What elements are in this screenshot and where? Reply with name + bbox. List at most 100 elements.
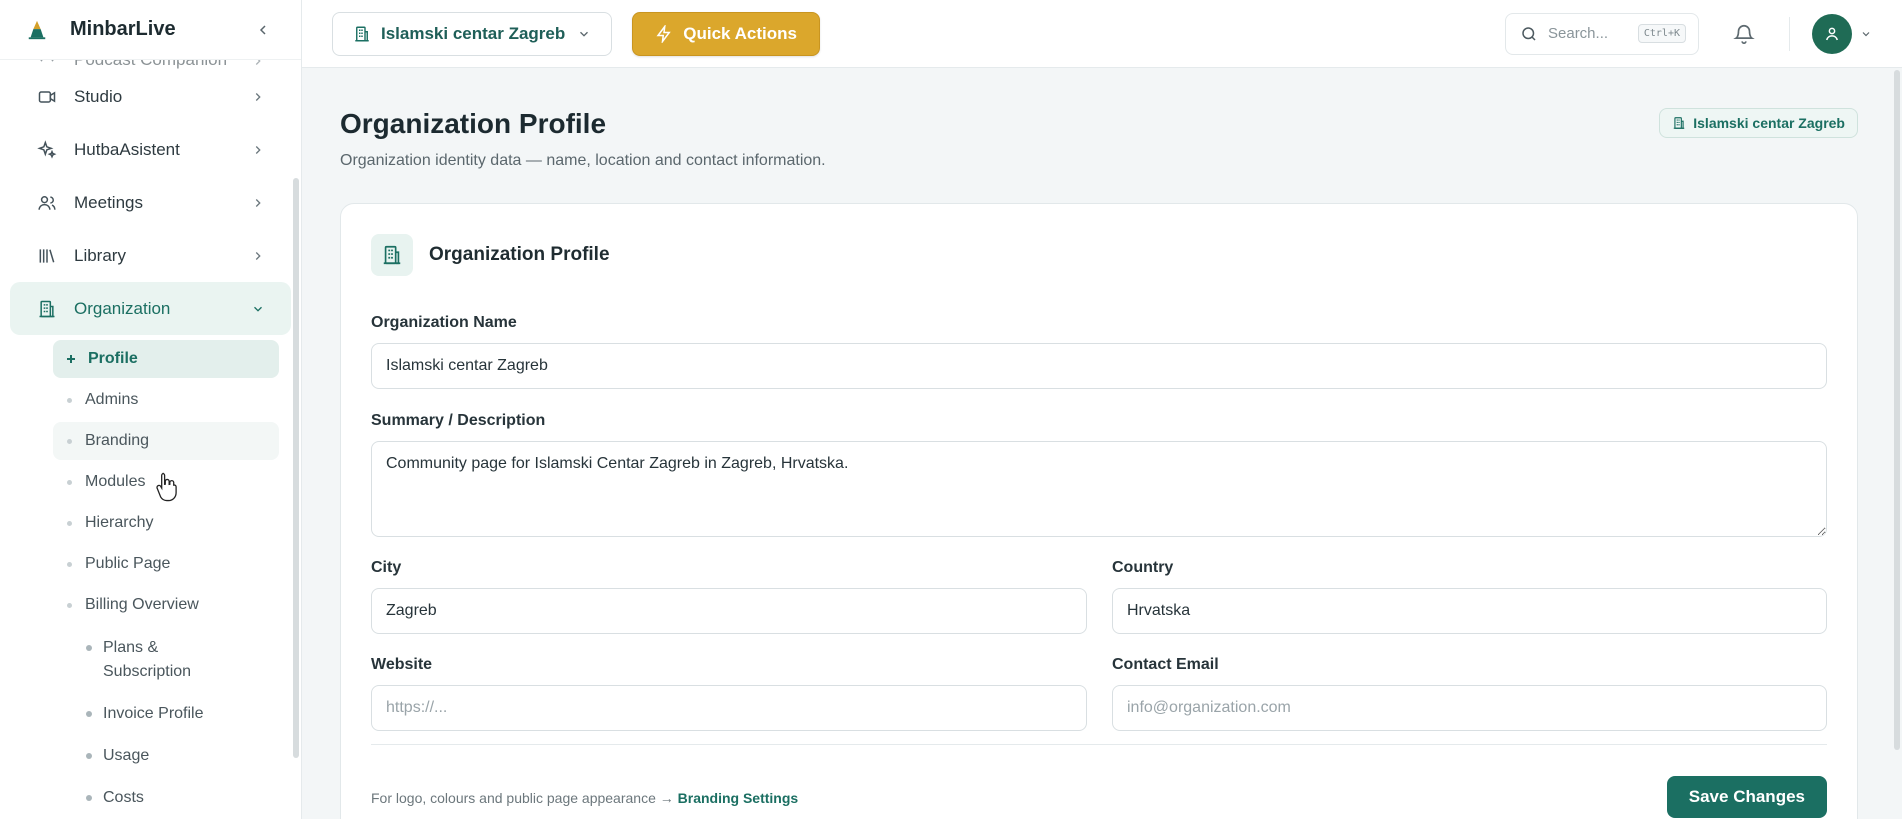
- building-icon: [353, 25, 371, 43]
- sidebar-subitem-billing-overview[interactable]: Billing Overview: [53, 586, 279, 624]
- website-label: Website: [371, 656, 433, 673]
- sidebar-subitem-label: Billing Overview: [85, 596, 199, 613]
- sidebar-subitem-admins[interactable]: Admins: [53, 381, 279, 419]
- sidebar-item-label: Organization: [74, 298, 171, 318]
- chevron-right-icon: [249, 88, 267, 106]
- main-scrollbar[interactable]: [1894, 70, 1900, 750]
- card-title: Organization Profile: [429, 244, 610, 265]
- sidebar-subitem-label: Admins: [85, 391, 139, 408]
- sidebar-subitem-label: Invoice Profile: [103, 705, 204, 722]
- sidebar-subitem-label: Usage: [103, 747, 150, 764]
- sidebar-subitem-label: Costs: [103, 789, 144, 806]
- country-input[interactable]: [1112, 588, 1827, 634]
- organization-selector[interactable]: Islamski centar Zagreb: [332, 11, 613, 56]
- bell-icon[interactable]: [1731, 21, 1757, 47]
- sidebar-subitem-label: Modules: [85, 473, 146, 490]
- billing-submenu: Plans & Subscription Invoice Profile Usa…: [86, 627, 279, 819]
- chevron-down-icon: [577, 27, 591, 41]
- branding-settings-link[interactable]: Branding Settings: [678, 790, 799, 806]
- organization-name-input[interactable]: [371, 343, 1827, 389]
- plus-icon: [67, 355, 75, 363]
- search-shortcut-badge: Ctrl+K: [1637, 24, 1686, 43]
- topbar: Islamski centar Zagreb Quick Actions Sea…: [302, 0, 1902, 68]
- chevron-right-icon: [249, 194, 267, 212]
- books-icon: [34, 243, 60, 269]
- bullet-icon: [67, 602, 72, 608]
- bullet-icon: [86, 753, 92, 759]
- hand-cursor-icon: [156, 472, 177, 502]
- sidebar-item-label: Meetings: [74, 192, 143, 212]
- sidebar-item-meetings[interactable]: Meetings: [10, 176, 291, 229]
- organization-profile-card: Organization Profile Organization Name S…: [340, 203, 1858, 819]
- building-icon: [1672, 116, 1686, 130]
- branding-footnote: For logo, colours and public page appear…: [371, 790, 798, 806]
- sidebar-item-hutbaasistent[interactable]: HutbaAsistent: [10, 123, 291, 176]
- sidebar-item-label: HutbaAsistent: [74, 139, 180, 159]
- page-title: Organization Profile: [340, 108, 607, 139]
- card-divider: [371, 744, 1827, 745]
- user-icon: [1826, 27, 1838, 40]
- website-input[interactable]: [371, 685, 1087, 731]
- sidebar-subitem-public-page[interactable]: Public Page: [53, 545, 279, 583]
- quick-actions-button[interactable]: Quick Actions: [632, 11, 820, 56]
- sidebar-item-label: Library: [74, 245, 126, 265]
- sidebar-subitem-hierarchy[interactable]: Hierarchy: [53, 504, 279, 542]
- sidebar-subitem-label: Branding: [85, 432, 150, 449]
- chevron-right-icon: [249, 247, 267, 265]
- bullet-icon: [67, 397, 72, 403]
- chevron-down-icon: [249, 300, 267, 318]
- bullet-icon: [67, 438, 72, 444]
- bullet-icon: [86, 645, 92, 651]
- contact-email-label: Contact Email: [1112, 656, 1219, 673]
- bullet-icon: [67, 561, 72, 567]
- chevron-right-icon: [249, 141, 267, 159]
- city-input[interactable]: [371, 588, 1087, 634]
- sidebar-item-library[interactable]: Library: [10, 229, 291, 282]
- sidebar-item-studio[interactable]: Studio: [10, 70, 291, 123]
- sparkles-icon: [34, 137, 60, 163]
- sidebar-subitem-plans-subscription[interactable]: Plans & Subscription: [86, 627, 206, 693]
- chevron-down-icon[interactable]: [1860, 28, 1872, 40]
- avatar[interactable]: [1812, 13, 1852, 54]
- sidebar-nav: Podcast Companion Studio HutbaAsistent: [0, 40, 301, 819]
- collapse-sidebar-icon[interactable]: [251, 18, 275, 42]
- main-content: Organization Profile Organization identi…: [302, 68, 1902, 819]
- organization-selector-label: Islamski centar Zagreb: [381, 23, 566, 43]
- lightning-icon: [655, 24, 673, 43]
- bullet-icon: [86, 711, 92, 717]
- save-changes-button[interactable]: Save Changes: [1666, 776, 1827, 818]
- sidebar-subitem-label: Public Page: [85, 555, 171, 572]
- city-label: City: [371, 559, 402, 576]
- search-box[interactable]: Search... Ctrl+K: [1505, 12, 1699, 55]
- sidebar-item-label: Studio: [74, 86, 123, 106]
- bullet-icon: [67, 520, 72, 526]
- sidebar-subitem-profile[interactable]: Profile: [53, 340, 279, 378]
- sidebar-subitem-label: Plans & Subscription: [103, 639, 192, 680]
- app-brand: MinbarLive: [0, 0, 301, 60]
- card-header: Organization Profile: [371, 234, 610, 276]
- organization-badge-label: Islamski centar Zagreb: [1693, 115, 1845, 131]
- bullet-icon: [67, 479, 72, 485]
- building-icon: [34, 296, 60, 322]
- sidebar-subitem-label: Profile: [88, 350, 138, 367]
- sidebar-subitem-label: Hierarchy: [85, 514, 154, 531]
- building-icon: [371, 234, 413, 276]
- search-icon: [1520, 25, 1538, 43]
- organization-name-label: Organization Name: [371, 314, 517, 331]
- country-label: Country: [1112, 559, 1174, 576]
- sidebar-scrollbar[interactable]: [293, 178, 299, 758]
- sidebar: Podcast Companion Studio HutbaAsistent: [0, 0, 302, 819]
- sidebar-subitem-costs[interactable]: Costs: [86, 777, 279, 819]
- sidebar-subitem-usage[interactable]: Usage: [86, 735, 279, 777]
- sidebar-subitem-branding[interactable]: Branding: [53, 422, 279, 460]
- page-subtitle: Organization identity data — name, locat…: [340, 152, 826, 169]
- summary-textarea[interactable]: Community page for Islamski Centar Zagre…: [371, 441, 1827, 537]
- app-name: MinbarLive: [70, 18, 176, 40]
- sidebar-subitem-invoice-profile[interactable]: Invoice Profile: [86, 693, 279, 735]
- sidebar-item-organization[interactable]: Organization: [10, 282, 291, 335]
- organization-badge: Islamski centar Zagreb: [1659, 108, 1858, 138]
- bullet-icon: [86, 795, 92, 801]
- contact-email-input[interactable]: [1112, 685, 1827, 731]
- quick-actions-label: Quick Actions: [683, 23, 797, 43]
- search-placeholder: Search...: [1548, 25, 1609, 42]
